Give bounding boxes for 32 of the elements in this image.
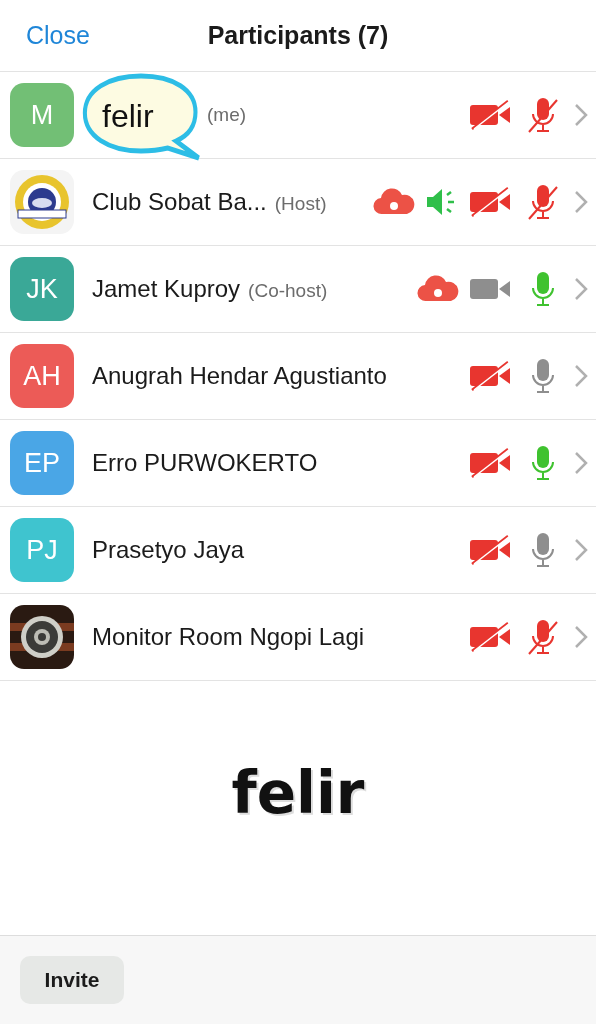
chevron-right-icon	[574, 538, 588, 562]
participant-name: Club Sobat Ba...	[92, 188, 267, 216]
avatar: EP	[10, 431, 74, 495]
role-label: (Co-host)	[248, 280, 328, 302]
participant-name: Anugrah Hendar Agustianto	[92, 362, 387, 390]
chevron-right-icon	[574, 451, 588, 475]
participant-row[interactable]: Monitor Room Ngopi Lagi	[0, 594, 596, 681]
participant-row[interactable]: AH Anugrah Hendar Agustianto	[0, 333, 596, 420]
chevron-right-icon	[574, 364, 588, 388]
participant-row[interactable]: PJ Prasetyo Jaya	[0, 507, 596, 594]
participant-row[interactable]: Club Sobat Ba... (Host)	[0, 159, 596, 246]
participant-row[interactable]: EP Erro PURWOKERTO	[0, 420, 596, 507]
speech-bubble: felir	[80, 72, 202, 162]
chevron-right-icon	[574, 277, 588, 301]
sticker-text: felir	[231, 759, 365, 829]
close-button[interactable]: Close	[0, 21, 90, 50]
chevron-right-icon	[574, 625, 588, 649]
chevron-right-icon	[574, 190, 588, 214]
participant-row[interactable]: JK Jamet Kuproy (Co-host)	[0, 246, 596, 333]
avatar: JK	[10, 257, 74, 321]
avatar: AH	[10, 344, 74, 408]
participant-name: Erro PURWOKERTO	[92, 449, 318, 477]
participant-name: Jamet Kuproy	[92, 275, 241, 303]
participant-name: Prasetyo Jaya	[92, 536, 245, 564]
participant-name: Monitor Room Ngopi Lagi	[92, 623, 365, 651]
role-label: (me)	[207, 104, 247, 126]
chevron-right-icon	[574, 103, 588, 127]
avatar: M	[10, 83, 74, 147]
avatar: PJ	[10, 518, 74, 582]
role-label: (Host)	[274, 193, 327, 215]
invite-button[interactable]: Invite	[20, 956, 124, 1004]
screen-title: Participants (7)	[207, 21, 389, 50]
